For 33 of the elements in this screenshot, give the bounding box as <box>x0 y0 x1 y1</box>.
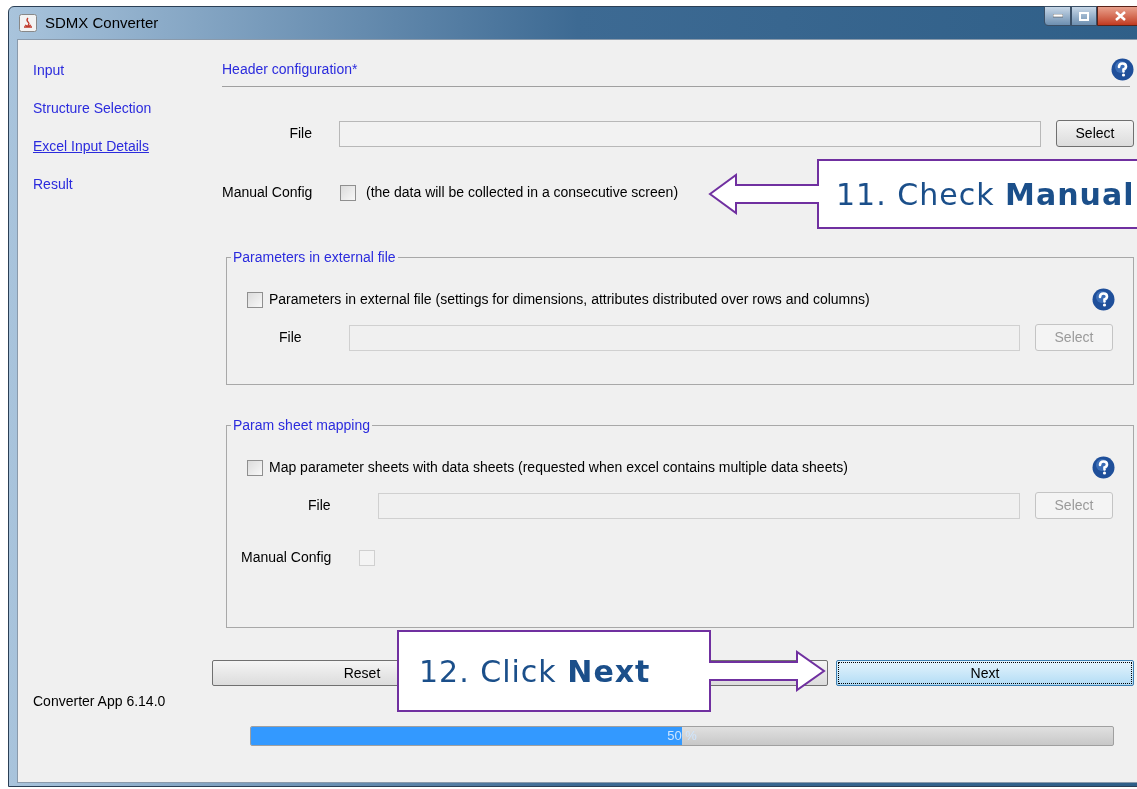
close-icon <box>1114 11 1126 21</box>
group-title: Parameters in external file <box>232 248 397 267</box>
maximize-button[interactable] <box>1071 6 1097 26</box>
select-button[interactable]: Select <box>1056 120 1134 147</box>
field-label: Manual Config <box>222 183 314 202</box>
close-button[interactable] <box>1097 6 1137 26</box>
help-icon[interactable] <box>1092 288 1115 311</box>
sidebar-link[interactable]: Result <box>33 176 73 192</box>
progress-text: 50 % <box>667 727 697 745</box>
field-label: File <box>288 124 312 143</box>
help-icon[interactable] <box>1111 57 1134 81</box>
version-label: Converter App 6.14.0 <box>33 692 167 711</box>
field-label: Manual Config <box>241 548 333 567</box>
sidebar-link[interactable]: Input <box>33 62 65 78</box>
maximize-icon <box>1079 11 1089 21</box>
minimize-icon <box>1052 14 1063 18</box>
group-title: Param sheet mapping <box>232 416 371 435</box>
checkbox-label: Parameters in external file (settings for dimensions, attributes distributed over rows and columns) <box>269 290 870 309</box>
sidebar-link[interactable]: Excel Input Details <box>33 138 149 154</box>
next-button[interactable]: Next <box>836 660 1134 686</box>
checkbox[interactable] <box>340 184 356 201</box>
minimize-button[interactable] <box>1044 6 1071 26</box>
window-title: SDMX Converter <box>45 12 159 33</box>
app-icon <box>19 14 37 32</box>
sidebar-link[interactable]: Structure Selection <box>33 100 152 116</box>
field-label: File <box>279 328 303 347</box>
callout-text: 11. Check Manual <box>836 175 1135 214</box>
checkbox-label: Map parameter sheets with data sheets (requested when excel contains multiple data sheets) <box>269 458 848 477</box>
field-label: File <box>308 496 332 515</box>
file-field[interactable] <box>339 120 1041 147</box>
help-icon[interactable] <box>1092 456 1115 479</box>
section-title: Header configuration* <box>222 59 358 79</box>
hint-text: (the data will be collected in a consecutive screen) <box>366 183 679 202</box>
